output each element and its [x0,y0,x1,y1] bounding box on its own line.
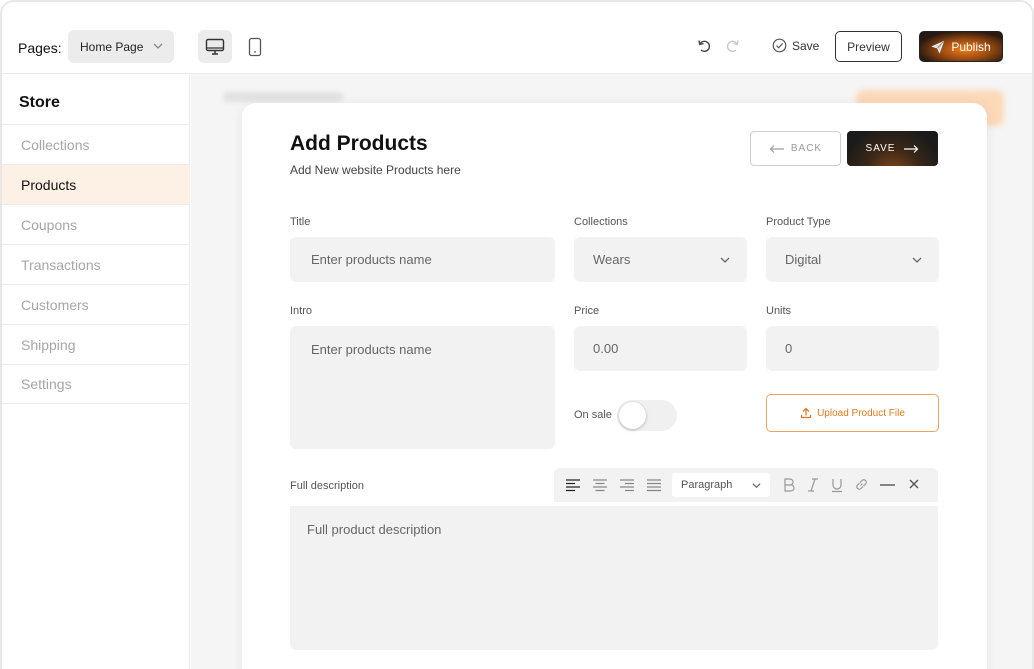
chevron-down-icon [912,257,922,263]
upload-icon [800,407,812,419]
title-placeholder: Enter products name [311,252,432,267]
on-sale-label: On sale [574,409,612,421]
top-bar: Pages: Home Page Save Preview Publish [2,2,1032,74]
modal-save-button[interactable]: SAVE [847,131,938,166]
sidebar-item-shipping[interactable]: Shipping [2,324,190,364]
intro-textarea[interactable]: Enter products name [290,326,555,449]
save-label: Save [792,38,820,53]
italic-icon[interactable] [806,477,820,493]
sidebar-item-products[interactable]: Products [2,164,190,204]
undo-icon[interactable] [696,38,712,54]
intro-placeholder: Enter products name [311,342,432,357]
horizontal-rule-icon[interactable] [879,477,896,493]
desktop-view-button[interactable] [198,30,232,63]
paragraph-select[interactable]: Paragraph [672,473,770,497]
app-window: Pages: Home Page Save Preview Publish St… [0,0,1034,669]
price-label: Price [574,305,600,317]
collections-select[interactable]: Wears [574,237,747,282]
align-justify-icon[interactable] [646,477,662,493]
sidebar-item-customers[interactable]: Customers [2,284,190,324]
align-right-icon[interactable] [619,477,635,493]
mobile-icon [248,37,262,56]
sidebar-item-settings[interactable]: Settings [2,364,190,404]
units-value: 0 [785,341,793,356]
collections-value: Wears [593,252,631,267]
toggle-knob [619,402,646,429]
product-type-select[interactable]: Digital [766,237,939,282]
page-select-value: Home Page [80,39,144,54]
intro-label: Intro [290,305,313,317]
sidebar-item-transactions[interactable]: Transactions [2,244,190,284]
collections-label: Collections [574,216,628,228]
full-description-placeholder: Full product description [307,522,442,537]
save-button[interactable]: Save [772,38,819,53]
sidebar-item-coupons[interactable]: Coupons [2,204,190,244]
modal-title: Add Products [290,132,428,155]
check-circle-icon [772,38,787,53]
rich-text-toolbar: Paragraph [554,468,938,502]
publish-label: Publish [951,39,991,54]
align-left-icon[interactable] [565,477,581,493]
align-center-icon[interactable] [592,477,608,493]
price-value: 0.00 [593,341,619,356]
sidebar-list: Collections Products Coupons Transaction… [2,124,190,404]
units-input[interactable]: 0 [766,326,939,371]
modal-save-label: SAVE [865,143,896,154]
chevron-down-icon [720,257,730,263]
add-products-modal: Add Products Add New website Products he… [242,103,987,669]
upload-product-file-button[interactable]: Upload Product File [766,394,939,432]
full-description-textarea[interactable]: Full product description [290,506,938,650]
redo-icon[interactable] [725,38,741,54]
full-description-label: Full description [290,480,364,492]
underline-icon[interactable] [830,477,844,493]
back-button[interactable]: BACK [750,131,841,166]
bold-icon[interactable] [782,477,796,493]
paragraph-select-value: Paragraph [681,479,733,491]
store-title: Store [19,94,60,111]
sidebar: Store Collections Products Coupons Trans… [2,74,190,669]
chevron-down-icon [752,483,761,489]
product-type-value: Digital [785,252,822,267]
preview-button[interactable]: Preview [835,31,902,62]
title-input[interactable]: Enter products name [290,237,555,282]
back-label: BACK [790,143,823,154]
pages-label: Pages: [18,40,62,56]
send-icon [931,40,945,54]
product-type-label: Product Type [766,216,831,228]
upload-label: Upload Product File [817,407,905,419]
mobile-view-button[interactable] [238,30,272,63]
modal-subtitle: Add New website Products here [290,163,461,177]
page-select[interactable]: Home Page [68,30,174,63]
link-icon[interactable] [854,477,869,492]
price-input[interactable]: 0.00 [574,326,747,371]
arrow-left-icon [769,144,784,153]
chevron-down-icon [153,43,163,49]
units-label: Units [766,305,792,317]
desktop-icon [205,38,225,55]
close-icon[interactable] [907,477,921,491]
blurred-heading [223,92,343,102]
title-label: Title [290,216,311,228]
on-sale-toggle[interactable] [617,400,677,431]
sidebar-item-collections[interactable]: Collections [2,124,190,164]
arrow-right-icon [904,144,919,153]
publish-button[interactable]: Publish [919,31,1003,62]
